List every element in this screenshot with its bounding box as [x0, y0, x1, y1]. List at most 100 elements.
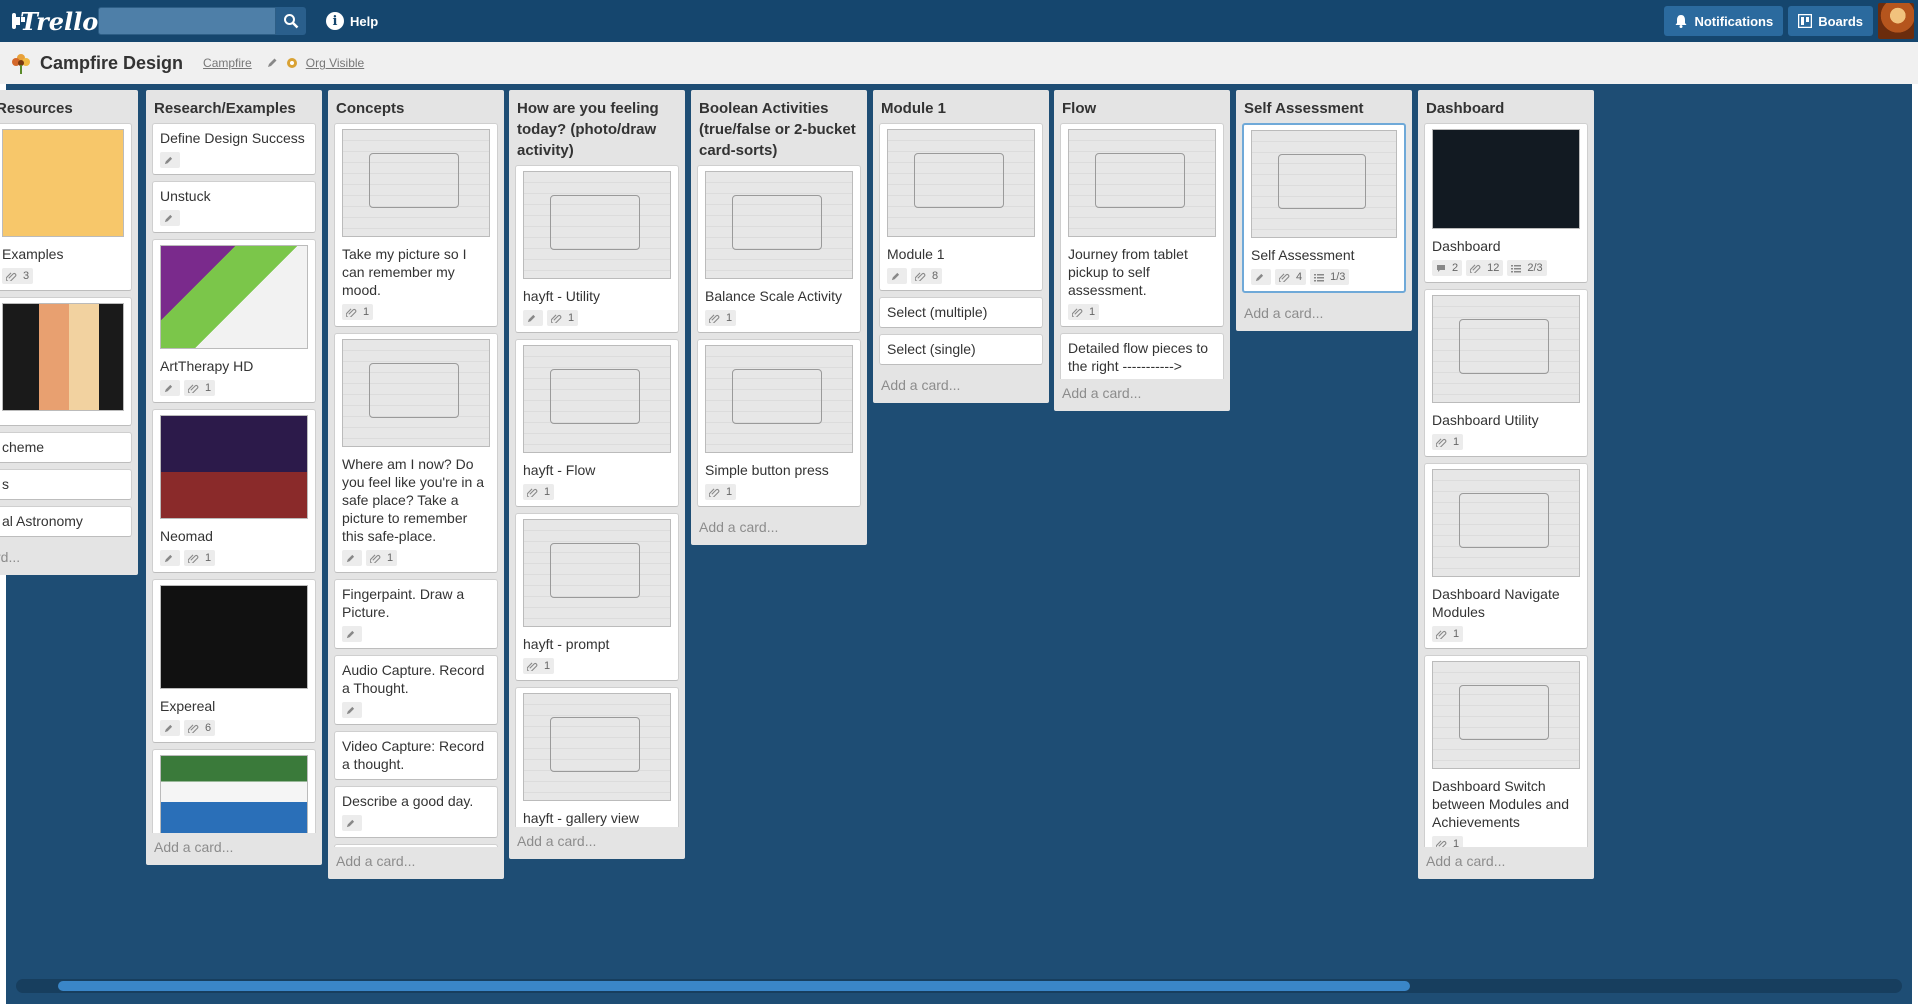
add-card-link[interactable]: Add a card... — [509, 827, 685, 859]
card[interactable]: Detailed flow pieces to the right ------… — [1060, 333, 1224, 379]
list-title[interactable]: Boolean Activities (true/false or 2-buck… — [691, 90, 867, 165]
org-link[interactable]: Campfire — [203, 56, 252, 70]
board-header: Campfire Design Campfire Org Visible — [0, 42, 1918, 84]
add-card-link[interactable]: Add a card... — [1418, 847, 1594, 879]
card-title: hayft - prompt — [523, 636, 610, 652]
card[interactable]: Dashboard Navigate Modules 1 — [1424, 463, 1588, 649]
checklist-badge: 2/3 — [1507, 260, 1547, 276]
card-title: Where am I now? Do you feel like you're … — [342, 456, 484, 544]
card-badges: 1 — [1068, 304, 1216, 320]
card[interactable]: cheme — [0, 432, 132, 463]
notifications-button[interactable]: Notifications — [1664, 6, 1784, 36]
card[interactable]: Dashboard Utility 1 — [1424, 289, 1588, 457]
help-link[interactable]: i Help — [326, 12, 378, 30]
card-cover-image — [1432, 661, 1580, 769]
list-title[interactable]: Self Assessment — [1236, 90, 1412, 123]
card[interactable]: Simple button press 1 — [697, 339, 861, 507]
card-title: Expereal — [160, 698, 216, 714]
logo-text: Trello — [20, 6, 99, 36]
card[interactable]: Dashboard 2 12 2/3 — [1424, 123, 1588, 283]
search-input[interactable] — [98, 7, 276, 35]
card[interactable]: Define Design Success — [152, 123, 316, 175]
card[interactable]: Self Assessment 4 1/3 — [1242, 123, 1406, 293]
card[interactable]: Select (single) — [879, 334, 1043, 365]
pencil-badge — [887, 268, 907, 284]
add-card-link[interactable]: rd... — [0, 543, 138, 575]
notifications-label: Notifications — [1694, 13, 1774, 29]
pencil-badge — [342, 626, 362, 642]
card[interactable]: hayft - Utility 1 — [515, 165, 679, 333]
card[interactable]: Journey from tablet pickup to self asses… — [1060, 123, 1224, 327]
add-card-link[interactable]: Add a card... — [328, 847, 504, 879]
card[interactable]: Describe a good day. — [334, 786, 498, 838]
bell-icon — [1674, 14, 1688, 28]
card-container: Dashboard 2 12 2/3 Dashboard Utility 1 Dashboa… — [1418, 123, 1594, 847]
card-container: Take my picture so I can remember my moo… — [328, 123, 504, 847]
card[interactable]: ArtTherapy HD 1 — [152, 239, 316, 403]
badge-count: 1 — [1453, 628, 1460, 640]
card[interactable]: Where am I now? Do you feel like you're … — [334, 333, 498, 573]
card[interactable]: Fingerpaint. Draw a Picture. — [334, 579, 498, 649]
card-title: hayft - Utility — [523, 288, 601, 304]
card[interactable]: s — [0, 469, 132, 500]
card-title: Neomad — [160, 528, 213, 544]
list-title[interactable]: Flow — [1054, 90, 1230, 123]
card[interactable]: Video Capture: Record a thought. — [334, 731, 498, 780]
card[interactable] — [0, 297, 132, 426]
card[interactable]: al Astronomy — [0, 506, 132, 537]
card[interactable]: Balance Scale Activity 1 — [697, 165, 861, 333]
add-card-link[interactable]: Add a card... — [146, 833, 322, 865]
card[interactable]: hayft - Flow 1 — [515, 339, 679, 507]
list-title[interactable]: Research/Examples — [146, 90, 322, 123]
card-cover-image — [1432, 129, 1580, 229]
card-cover-image — [523, 693, 671, 801]
list-7: Self Assessment Self Assessment 4 1/3 Add a … — [1236, 90, 1412, 331]
card[interactable]: Expereal 6 — [152, 579, 316, 743]
card[interactable]: Dashboard Switch between Modules and Ach… — [1424, 655, 1588, 847]
badge-count: 1 — [1453, 436, 1460, 448]
add-card-link[interactable]: Add a card... — [1054, 379, 1230, 411]
attachment-badge: 1 — [342, 304, 374, 320]
card[interactable]: hayft - gallery view1 — [515, 687, 679, 827]
trello-logo[interactable]: Trello — [12, 7, 98, 36]
search-button[interactable] — [276, 7, 306, 35]
card-badges — [160, 152, 308, 168]
add-card-link[interactable]: Add a card... — [691, 513, 867, 545]
visibility-link[interactable]: Org Visible — [306, 56, 364, 70]
list-4: Boolean Activities (true/false or 2-buck… — [691, 90, 867, 545]
board-canvas: Resources Examples 3 cheme s al Astronomy rd..… — [0, 84, 1912, 1004]
card[interactable]: Examples 3 — [0, 123, 132, 291]
card-cover-image — [160, 585, 308, 689]
badge-count: 1 — [544, 660, 551, 672]
card-badges: 2 12 2/3 — [1432, 260, 1580, 276]
list-title[interactable]: Resources — [0, 90, 138, 123]
card[interactable]: Audio Capture. Record a Thought. — [334, 655, 498, 725]
pencil-badge — [523, 310, 543, 326]
card-title: Dashboard — [1432, 238, 1501, 254]
add-card-link[interactable]: Add a card... — [873, 371, 1049, 403]
pencil-icon[interactable] — [266, 57, 278, 69]
card[interactable]: Take my picture so I can remember my moo… — [334, 123, 498, 327]
card[interactable]: Module 1 8 — [879, 123, 1043, 291]
add-card-link[interactable]: Add a card... — [1236, 299, 1412, 331]
card[interactable]: Select (multiple) — [879, 297, 1043, 328]
board-title[interactable]: Campfire Design — [40, 53, 183, 74]
card[interactable]: Mood Swinger1 — [152, 749, 316, 833]
list-title[interactable]: Module 1 — [873, 90, 1049, 123]
card-badges: 4 1/3 — [1251, 269, 1397, 285]
card[interactable]: Neomad 1 — [152, 409, 316, 573]
boards-button[interactable]: Boards — [1788, 6, 1873, 36]
card-title: Journey from tablet pickup to self asses… — [1068, 246, 1188, 298]
list-title[interactable]: Dashboard — [1418, 90, 1594, 123]
card-container: Module 1 8 Select (multiple) Select (single… — [873, 123, 1049, 371]
attachment-badge: 1 — [1432, 626, 1464, 642]
attachment-icon — [188, 384, 202, 393]
card-cover-image — [160, 755, 308, 833]
card[interactable]: hayft - prompt 1 — [515, 513, 679, 681]
list-title[interactable]: How are you feeling today? (photo/draw a… — [509, 90, 685, 165]
user-avatar[interactable] — [1878, 3, 1914, 39]
card-title: Self Assessment — [1251, 247, 1355, 263]
card[interactable]: Unstuck — [152, 181, 316, 233]
list-title[interactable]: Concepts — [328, 90, 504, 123]
horizontal-scrollbar-thumb[interactable] — [58, 981, 1410, 991]
